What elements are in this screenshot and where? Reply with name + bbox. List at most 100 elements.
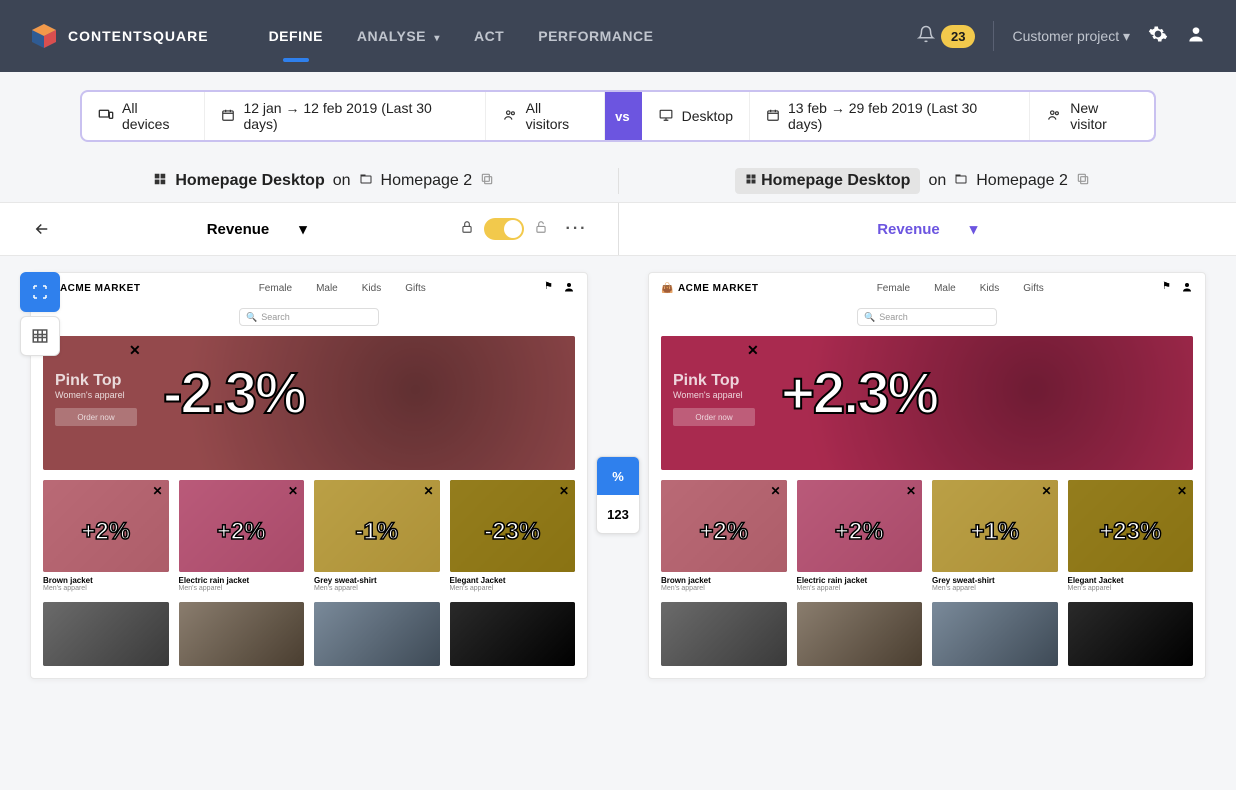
product-zone[interactable]: ✕ +2% Electric rain jacket Men's apparel bbox=[797, 480, 923, 592]
nav-define[interactable]: DEFINE bbox=[269, 28, 323, 44]
zone-value: +1% bbox=[932, 518, 1058, 546]
tab-icon bbox=[359, 172, 373, 190]
number-toggle[interactable]: 123 bbox=[597, 495, 639, 533]
chevron-down-icon: ▾ bbox=[970, 220, 978, 238]
copy-icon[interactable] bbox=[480, 172, 494, 191]
logo[interactable]: CONTENTSQUARE bbox=[30, 22, 209, 50]
preview-right: 👜ACME MARKET Female Male Kids Gifts ⚑ 🔍S… bbox=[618, 272, 1236, 679]
close-icon[interactable]: ✕ bbox=[288, 484, 298, 498]
brand-text: CONTENTSQUARE bbox=[68, 28, 209, 44]
nav-right: 23 Customer project ▾ bbox=[917, 21, 1206, 51]
flag-icon: ⚑ bbox=[1162, 281, 1171, 296]
filter-bar: All devices 12 jan → 12 feb 2019 (Last 3… bbox=[80, 90, 1156, 142]
mock-brand: 👜ACME MARKET bbox=[661, 283, 758, 294]
zone-value: +2% bbox=[179, 518, 305, 546]
visitors-filter-b[interactable]: New visitor bbox=[1030, 92, 1154, 140]
thumb bbox=[450, 602, 576, 666]
zone-pill-right[interactable]: Homepage Desktop bbox=[735, 168, 921, 194]
close-icon[interactable]: ✕ bbox=[423, 484, 433, 498]
product-name: Grey sweat-shirt bbox=[932, 576, 1058, 585]
product-zone[interactable]: ✕ +2% Brown jacket Men's apparel bbox=[661, 480, 787, 592]
copy-icon[interactable] bbox=[1076, 172, 1090, 191]
divider bbox=[993, 21, 994, 51]
date-filter-b[interactable]: 13 feb → 29 feb 2019 (Last 30 days) bbox=[750, 92, 1030, 140]
site-header: 👜ACME MARKET Female Male Kids Gifts ⚑ bbox=[31, 273, 587, 304]
site-frame-left: 👜ACME MARKET Female Male Kids Gifts ⚑ 🔍S… bbox=[30, 272, 588, 679]
zone-view-tool[interactable] bbox=[20, 272, 60, 312]
mock-search: 🔍Search bbox=[857, 308, 997, 326]
lock-controls bbox=[460, 218, 548, 240]
date-filter-a[interactable]: 12 jan → 12 feb 2019 (Last 30 days) bbox=[205, 92, 485, 140]
hero-zone-left[interactable]: ✕ Pink Top Women's apparel Order now -2.… bbox=[43, 336, 575, 470]
thumb bbox=[179, 602, 305, 666]
calendar-icon bbox=[221, 108, 235, 125]
product-zone[interactable]: ✕ +2% Brown jacket Men's apparel bbox=[43, 480, 169, 592]
product-zone[interactable]: ✕ +1% Grey sweat-shirt Men's apparel bbox=[932, 480, 1058, 592]
product-grid-2 bbox=[661, 602, 1193, 666]
table-view-tool[interactable] bbox=[20, 316, 60, 356]
metric-row: Revenue ▾ ··· Revenue ▾ bbox=[0, 202, 1236, 256]
close-icon[interactable]: ✕ bbox=[1177, 484, 1187, 498]
site-frame-right: 👜ACME MARKET Female Male Kids Gifts ⚑ 🔍S… bbox=[648, 272, 1206, 679]
device-filter-a[interactable]: All devices bbox=[82, 92, 205, 140]
close-icon[interactable]: ✕ bbox=[906, 484, 916, 498]
visitors-filter-a[interactable]: All visitors bbox=[486, 92, 606, 140]
back-button[interactable] bbox=[30, 217, 54, 241]
close-icon[interactable]: ✕ bbox=[770, 484, 780, 498]
menu-item: Gifts bbox=[405, 283, 426, 294]
close-icon[interactable]: ✕ bbox=[1041, 484, 1051, 498]
user-icon[interactable] bbox=[1186, 24, 1206, 49]
close-icon[interactable]: ✕ bbox=[559, 484, 569, 498]
percent-toggle[interactable]: % bbox=[597, 457, 639, 495]
lock-toggle[interactable] bbox=[484, 218, 524, 240]
search-icon: 🔍 bbox=[246, 312, 257, 323]
product-grid: ✕ +2% Brown jacket Men's apparel ✕ +2% E… bbox=[661, 480, 1193, 592]
lock-open-icon[interactable] bbox=[534, 220, 548, 239]
product-sub: Men's apparel bbox=[932, 585, 1058, 592]
preview-left: 👜ACME MARKET Female Male Kids Gifts ⚑ 🔍S… bbox=[0, 272, 618, 679]
zone-value: +2% bbox=[797, 518, 923, 546]
order-button: Order now bbox=[673, 408, 755, 426]
nav-performance[interactable]: PERFORMANCE bbox=[538, 28, 653, 44]
thumb bbox=[43, 602, 169, 666]
chevron-down-icon: ▾ bbox=[1123, 28, 1130, 44]
product-zone[interactable]: ✕ -1% Grey sweat-shirt Men's apparel bbox=[314, 480, 440, 592]
zone-label-left[interactable]: Homepage Desktop bbox=[175, 172, 324, 190]
metric-dropdown-left[interactable]: Revenue ▾ bbox=[207, 220, 307, 238]
comparison-canvas: % 123 👜ACME MARKET Female Male Kids Gift… bbox=[0, 256, 1236, 679]
close-icon[interactable]: ✕ bbox=[152, 484, 162, 498]
dashboard-icon bbox=[745, 172, 757, 189]
device-filter-b[interactable]: Desktop bbox=[642, 92, 750, 140]
vs-label: vs bbox=[605, 92, 639, 140]
notifications[interactable]: 23 bbox=[917, 25, 975, 48]
dashboard-icon bbox=[153, 172, 167, 191]
user-icon bbox=[1181, 281, 1193, 296]
more-menu[interactable]: ··· bbox=[566, 220, 588, 238]
product-sub: Men's apparel bbox=[797, 585, 923, 592]
lock-closed-icon[interactable] bbox=[460, 220, 474, 239]
gear-icon[interactable] bbox=[1148, 24, 1168, 49]
product-sub: Men's apparel bbox=[1068, 585, 1194, 592]
search-icon: 🔍 bbox=[864, 312, 875, 323]
product-sub: Men's apparel bbox=[43, 585, 169, 592]
metric-dropdown-right[interactable]: Revenue ▾ bbox=[877, 220, 977, 238]
product-sub: Men's apparel bbox=[450, 585, 576, 592]
page-label-right[interactable]: Homepage 2 bbox=[976, 172, 1068, 190]
close-icon[interactable]: ✕ bbox=[129, 342, 141, 359]
bag-icon: 👜 bbox=[661, 283, 674, 294]
product-zone[interactable]: ✕ +2% Electric rain jacket Men's apparel bbox=[179, 480, 305, 592]
hero-zone-right[interactable]: ✕ Pink Top Women's apparel Order now +2.… bbox=[661, 336, 1193, 470]
page-label-left[interactable]: Homepage 2 bbox=[381, 172, 473, 190]
user-icon bbox=[563, 281, 575, 296]
nav-act[interactable]: ACT bbox=[474, 28, 504, 44]
project-dropdown[interactable]: Customer project ▾ bbox=[1012, 28, 1130, 45]
metric-right: Revenue ▾ bbox=[619, 203, 1236, 255]
close-icon[interactable]: ✕ bbox=[747, 342, 759, 359]
nav-analyse[interactable]: ANALYSE ▾ bbox=[357, 28, 440, 44]
product-name: Brown jacket bbox=[43, 576, 169, 585]
product-zone[interactable]: ✕ +23% Elegant Jacket Men's apparel bbox=[1068, 480, 1194, 592]
product-sub: Men's apparel bbox=[179, 585, 305, 592]
menu-item: Female bbox=[259, 283, 292, 294]
product-zone[interactable]: ✕ -23% Elegant Jacket Men's apparel bbox=[450, 480, 576, 592]
product-name: Electric rain jacket bbox=[797, 576, 923, 585]
